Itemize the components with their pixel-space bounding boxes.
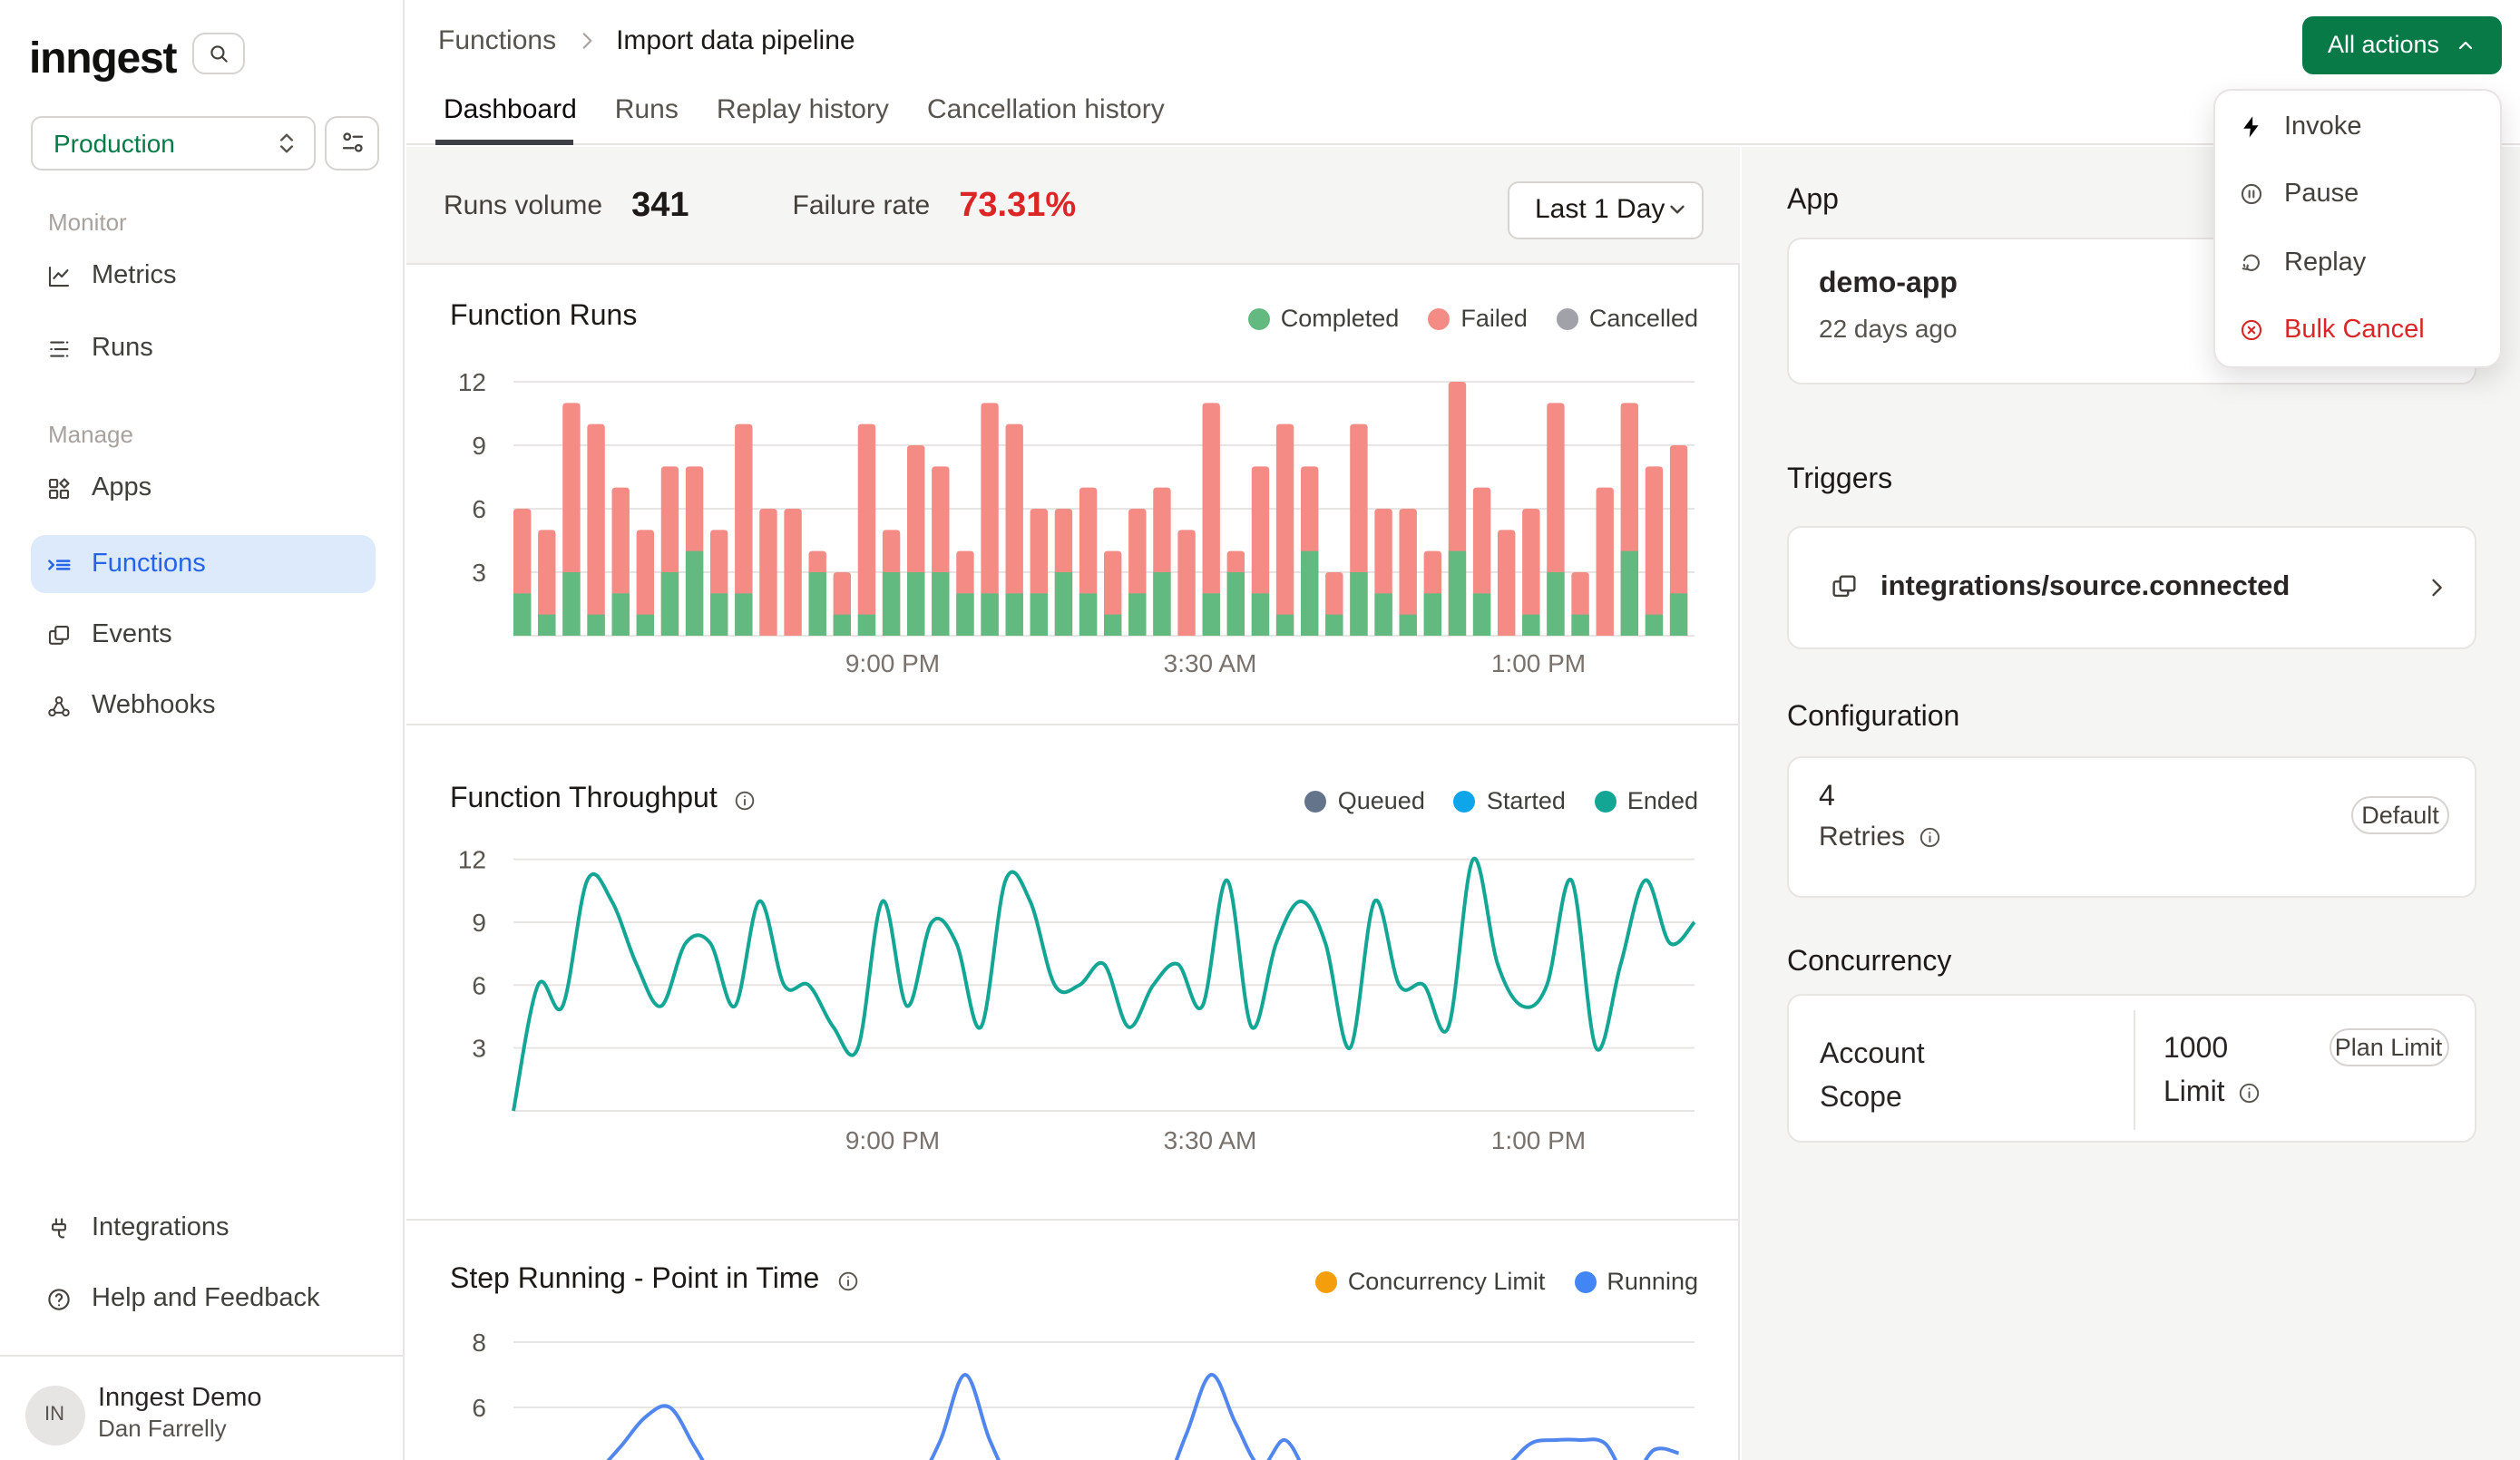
svg-text:6: 6 <box>472 495 486 523</box>
svg-text:3:30 AM: 3:30 AM <box>1164 649 1257 677</box>
svg-text:6: 6 <box>472 1394 486 1422</box>
svg-text:3: 3 <box>472 559 486 587</box>
svg-text:12: 12 <box>458 368 486 396</box>
svg-text:8: 8 <box>472 1329 486 1357</box>
svg-text:3: 3 <box>472 1035 486 1063</box>
svg-text:12: 12 <box>458 846 486 874</box>
svg-text:3:30 AM: 3:30 AM <box>1164 1126 1257 1154</box>
svg-text:6: 6 <box>472 971 486 999</box>
svg-text:1:00 PM: 1:00 PM <box>1491 1126 1586 1154</box>
svg-text:9: 9 <box>472 432 486 460</box>
svg-text:9:00 PM: 9:00 PM <box>845 1126 940 1154</box>
svg-text:9:00 PM: 9:00 PM <box>845 649 940 677</box>
svg-text:9: 9 <box>472 909 486 937</box>
svg-text:1:00 PM: 1:00 PM <box>1491 649 1586 677</box>
